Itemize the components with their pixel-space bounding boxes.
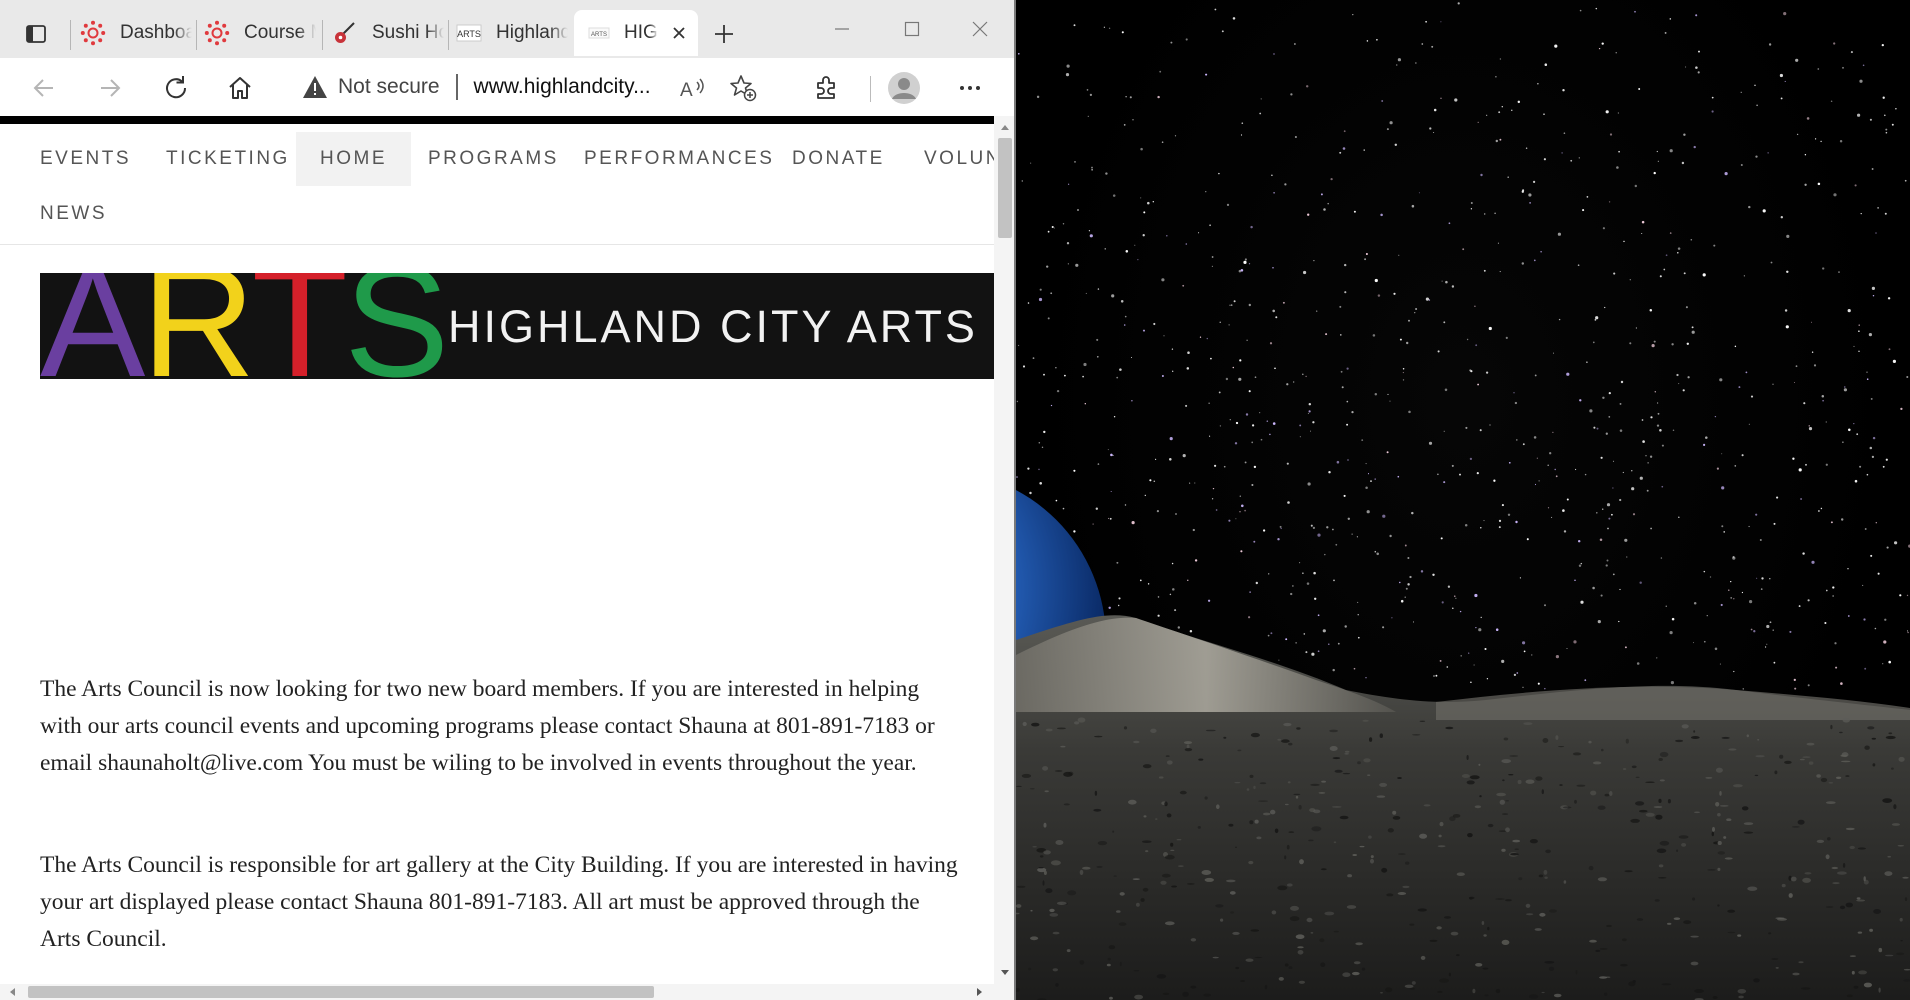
canvas-logo-icon [204,20,230,46]
minimize-icon [835,28,849,30]
tab-title: Course M [244,22,316,43]
canvas-logo-icon [80,20,106,46]
forward-button[interactable] [92,70,128,106]
home-icon [229,77,251,99]
vertical-scroll-thumb[interactable] [998,138,1012,238]
tab-title: Sushi Ho [372,22,444,43]
arrow-right-icon [101,79,121,97]
tab-title: Highland [496,22,568,43]
back-button[interactable] [26,70,62,106]
tab-title: Dashboard [120,22,192,43]
arts-favicon-icon: ARTS [586,20,612,46]
vertical-scrollbar[interactable] [994,116,1014,984]
nav-events[interactable]: EVENTS [16,132,155,186]
minimize-button[interactable] [822,14,862,44]
scroll-down-icon[interactable] [994,964,1014,982]
art-gallery-paragraph: The Arts Council is responsible for art … [40,852,958,952]
tab-dashboard[interactable]: Dashboard [80,10,192,56]
refresh-icon [166,76,187,99]
scroll-right-icon[interactable] [970,984,990,1000]
home-button[interactable] [222,70,258,106]
tab-separator [322,20,323,50]
add-favorite-icon[interactable] [728,73,758,103]
logo-letter: T [251,273,348,379]
puzzle-icon [817,76,835,99]
close-icon [972,21,988,37]
tab-strip: Dashboard Course M Sushi Ho ARTS Highlan… [0,0,1014,58]
logo-letter: S [344,273,449,379]
toolbar-divider [870,76,871,102]
read-aloud-icon[interactable]: A [678,73,708,103]
close-tab-icon[interactable] [668,22,690,44]
tab-course[interactable]: Course M [204,10,316,56]
browser-toolbar: Not secure www.highlandcity... A [0,58,1014,116]
banner-title: HIGHLAND CITY ARTS [448,301,978,352]
nav-home[interactable]: HOME [296,132,411,186]
board-members-paragraph: The Arts Council is now looking for two … [40,676,935,776]
security-status-label[interactable]: Not secure [338,75,440,99]
refresh-button[interactable] [158,70,194,106]
tab-actions-icon [26,25,46,43]
scrollbar-corner [994,984,1014,1000]
tab-title: HIG [624,22,658,43]
logo-letter: A [40,273,145,379]
tab-separator [70,20,71,50]
nav-donate[interactable]: DONATE [768,132,909,186]
page-viewport: EVENTS TICKETING HOME PROGRAMS PERFORMAN… [0,116,1014,1000]
ellipsis-icon [960,86,980,90]
arrow-left-icon [33,79,53,97]
desktop-wallpaper [1016,0,1910,1000]
site-navigation: EVENTS TICKETING HOME PROGRAMS PERFORMAN… [0,124,999,245]
more-menu-button[interactable] [952,70,988,106]
new-tab-button[interactable] [708,18,740,50]
url-text[interactable]: www.highlandcity... [474,75,651,99]
tab-separator [448,20,449,50]
nav-performances[interactable]: PERFORMANCES [560,132,798,186]
plus-icon [715,25,733,43]
warning-icon[interactable] [302,74,328,100]
guitar-icon [332,20,358,46]
logo-letter: R [141,273,255,379]
browser-window: Dashboard Course M Sushi Ho ARTS Highlan… [0,0,1016,1000]
scroll-up-icon[interactable] [994,118,1014,136]
moon-landscape-wallpaper [1016,2,1910,1000]
address-bar[interactable]: Not secure www.highlandcity... A [284,63,784,111]
close-window-button[interactable] [960,14,1000,44]
extensions-button[interactable] [808,70,844,106]
scroll-left-icon[interactable] [2,984,22,1000]
address-divider [455,74,458,100]
svg-text:ARTS: ARTS [457,29,481,39]
tab-actions-button[interactable] [22,20,50,48]
horizontal-scrollbar[interactable] [0,984,994,1000]
svg-text:A: A [680,80,693,100]
maximize-button[interactable] [892,14,932,44]
horizontal-scroll-thumb[interactable] [28,986,654,998]
profile-button[interactable] [886,70,922,106]
tab-active-hig[interactable]: ARTS HIG [574,10,698,56]
svg-text:ARTS: ARTS [591,32,607,38]
tab-separator [196,20,197,50]
nav-programs[interactable]: PROGRAMS [404,132,583,186]
arts-banner: ARTS HIGHLAND CITY ARTS [40,273,994,379]
site-top-bar [0,116,994,124]
tab-highland[interactable]: ARTS Highland [456,10,568,56]
arts-favicon-icon: ARTS [456,20,482,46]
avatar-icon [888,72,920,104]
arts-logo: ARTS [40,273,449,379]
nav-ticketing[interactable]: TICKETING [142,132,314,186]
maximize-icon [904,21,920,37]
nav-news[interactable]: NEWS [16,187,131,241]
tab-sushi[interactable]: Sushi Ho [332,10,444,56]
